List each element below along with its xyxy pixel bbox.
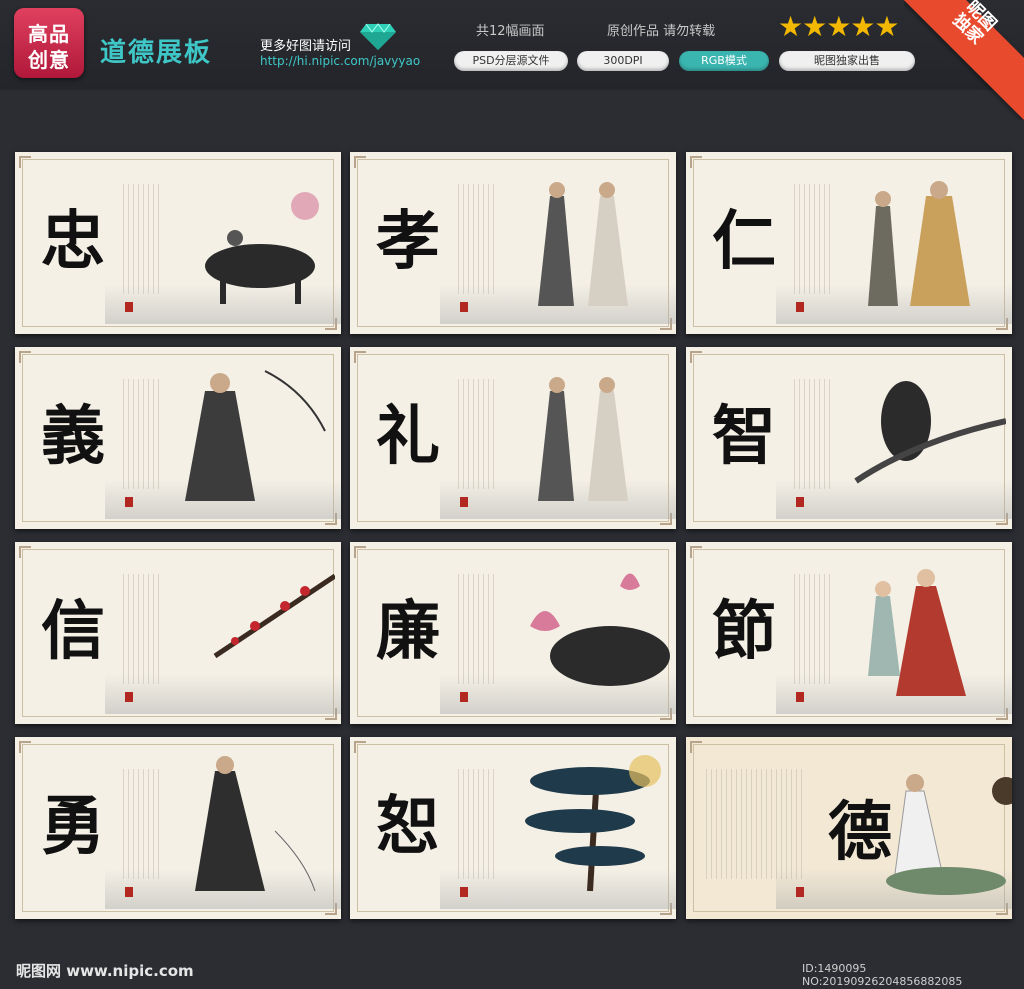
two-scholars-icon [538, 377, 628, 501]
panel-text-lines [794, 184, 834, 294]
seal-stamp-icon [460, 692, 468, 702]
panel-card[interactable]: 勇 [15, 737, 341, 919]
footer-id: ID:1490095 NO:20190926204856882085 [802, 962, 963, 988]
seal-stamp-icon [796, 497, 804, 507]
seal-stamp-icon [125, 887, 133, 897]
tag-dpi: 300DPI [577, 51, 669, 71]
panel-character: 忠 [41, 204, 105, 279]
panel-card[interactable]: 節 [686, 542, 1012, 724]
seal-stamp-icon [125, 692, 133, 702]
eagle-icon [854, 381, 1006, 484]
panel-character: 礼 [376, 399, 440, 474]
logo-line1: 高品 [28, 22, 70, 46]
seal-stamp-icon [460, 887, 468, 897]
panel-text-lines [794, 574, 834, 684]
panel-text-lines [458, 574, 498, 684]
exclusive-ribbon: 昵图 独家 [904, 0, 1024, 120]
panel-card[interactable]: 信 [15, 542, 341, 724]
panel-character: 勇 [41, 789, 105, 864]
panel-text-lines [794, 379, 834, 489]
warrior-icon [195, 756, 316, 892]
panel-text-lines [123, 184, 163, 294]
more-text: 更多好图请访问 [260, 39, 352, 54]
logo-line2: 创意 [28, 48, 70, 72]
count-text: 共12幅画面 [476, 24, 545, 39]
panel-character: 義 [41, 399, 105, 474]
panel-character: 仁 [712, 204, 776, 279]
seal-stamp-icon [460, 302, 468, 312]
panel-text-lines [123, 769, 163, 879]
seal-stamp-icon [125, 497, 133, 507]
author-link[interactable]: http://hi.nipic.com/javyyao [260, 54, 420, 68]
panel-text-lines [706, 769, 806, 879]
panel-character: 德 [828, 795, 892, 870]
panel-card[interactable]: 恕 [350, 737, 676, 919]
seal-stamp-icon [796, 692, 804, 702]
page-title: 道德展板 [100, 38, 213, 68]
pine-tree-icon [525, 755, 661, 892]
panel-card[interactable]: 廉 [350, 542, 676, 724]
panel-text-lines [458, 184, 498, 294]
ox-boy-icon [205, 192, 319, 304]
panel-card[interactable]: 智 [686, 347, 1012, 529]
tag-exclusive: 昵图独家出售 [779, 51, 915, 71]
seal-stamp-icon [460, 497, 468, 507]
panel-character: 節 [712, 594, 776, 669]
header-bar: 高品 创意 道德展板 更多好图请访问 http://hi.nipic.com/j… [0, 0, 1024, 120]
lotus-icon [530, 573, 670, 686]
panel-card[interactable]: 礼 [350, 347, 676, 529]
copyright-text: 原创作品 请勿转载 [607, 24, 716, 39]
elder-and-sage-icon [868, 181, 970, 306]
panel-text-lines [458, 769, 498, 879]
couple-icon [868, 569, 966, 696]
panel-character: 孝 [376, 204, 440, 279]
plum-blossom-icon [213, 573, 335, 659]
panel-character: 智 [712, 399, 776, 474]
tag-rgb: RGB模式 [679, 51, 769, 71]
footer-logo[interactable]: 昵图网 www.nipic.com [16, 960, 194, 981]
panel-card[interactable]: 仁 [686, 152, 1012, 334]
panel-card[interactable]: 孝 [350, 152, 676, 334]
panel-text-lines [123, 574, 163, 684]
tag-psd: PSD分层源文件 [454, 51, 568, 71]
rating-stars-icon: ★★★★★ [778, 10, 900, 43]
seal-stamp-icon [125, 302, 133, 312]
panel-character: 信 [41, 594, 105, 669]
panel-card[interactable]: 義 [15, 347, 341, 529]
panel-text-lines [123, 379, 163, 489]
seal-stamp-icon [796, 887, 804, 897]
panel-card[interactable]: 忠 [15, 152, 341, 334]
brand-logo[interactable]: 高品 创意 [14, 8, 84, 78]
diamond-icon [360, 23, 396, 50]
panel-character: 恕 [376, 789, 440, 864]
panel-text-lines [458, 379, 498, 489]
panel-character: 廉 [376, 594, 440, 669]
two-scholars-icon [538, 182, 628, 306]
seal-stamp-icon [796, 302, 804, 312]
sage-icon [185, 370, 326, 501]
panel-card[interactable]: 德 [686, 737, 1012, 919]
